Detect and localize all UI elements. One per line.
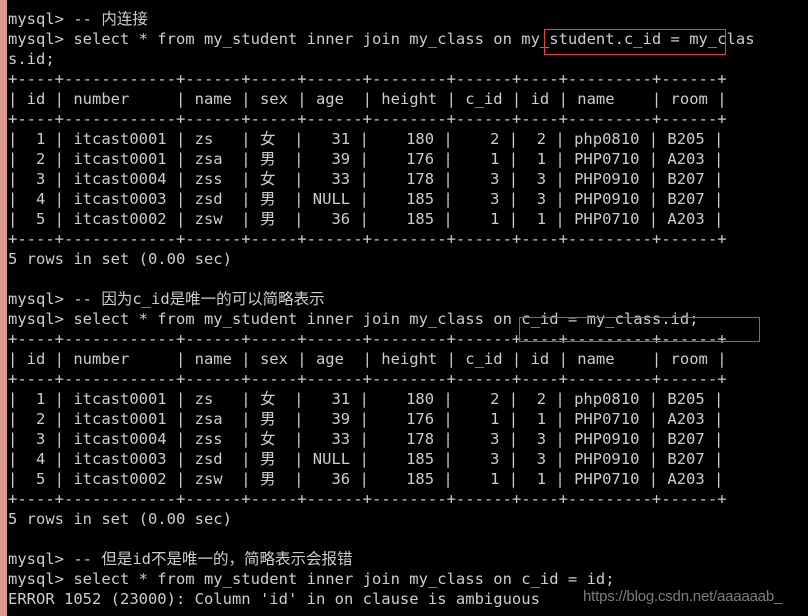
table-row: | 5 | itcast0002 | zsw | 男 | 36 | 185 | …: [8, 470, 724, 488]
table-border-line: +----+------------+------+-----+------+-…: [8, 230, 727, 248]
table-border-line: +----+------------+------+-----+------+-…: [8, 330, 727, 348]
table-row: | 1 | itcast0001 | zs | 女 | 31 | 180 | 2…: [8, 390, 724, 408]
terminal-line: mysql> -- 因为c_id是唯一的可以简略表示: [8, 290, 325, 308]
table-row: | 1 | itcast0001 | zs | 女 | 31 | 180 | 2…: [8, 130, 724, 148]
table-header-row: | id | number | name | sex | age | heigh…: [8, 90, 727, 108]
table-border-line: +----+------------+------+-----+------+-…: [8, 370, 727, 388]
terminal-line: mysql> select * from my_student inner jo…: [8, 570, 615, 588]
terminal-line: mysql> -- 但是id不是唯一的，简略表示会报错: [8, 550, 353, 568]
terminal-line: mysql> -- 内连接: [8, 10, 148, 28]
table-border-line: +----+------------+------+-----+------+-…: [8, 490, 727, 508]
table-row: | 3 | itcast0004 | zss | 女 | 33 | 178 | …: [8, 430, 724, 448]
table-header-row: | id | number | name | sex | age | heigh…: [8, 350, 727, 368]
table-border-line: +----+------------+------+-----+------+-…: [8, 110, 727, 128]
table-row: | 4 | itcast0003 | zsd | 男 | NULL | 185 …: [8, 190, 724, 208]
watermark-url: https://blog.csdn.net/aaaaaab_: [583, 588, 783, 605]
table-row: | 3 | itcast0004 | zss | 女 | 33 | 178 | …: [8, 170, 724, 188]
table-row: | 5 | itcast0002 | zsw | 男 | 36 | 185 | …: [8, 210, 724, 228]
terminal-line: mysql> select * from my_student inner jo…: [8, 310, 699, 328]
terminal-line: s.id;: [8, 50, 55, 68]
terminal-left-gutter-bar: [0, 0, 7, 616]
result-status-line: 5 rows in set (0.00 sec): [8, 250, 232, 268]
terminal-line: mysql> select * from my_student inner jo…: [8, 30, 755, 48]
result-status-line: 5 rows in set (0.00 sec): [8, 510, 232, 528]
table-row: | 2 | itcast0001 | zsa | 男 | 39 | 176 | …: [8, 410, 724, 428]
table-border-line: +----+------------+------+-----+------+-…: [8, 70, 727, 88]
table-row: | 4 | itcast0003 | zsd | 男 | NULL | 185 …: [8, 450, 724, 468]
terminal-console-output[interactable]: mysql> -- 内连接 mysql> select * from my_st…: [8, 0, 808, 616]
table-row: | 2 | itcast0001 | zsa | 男 | 39 | 176 | …: [8, 150, 724, 168]
terminal-window[interactable]: mysql> -- 内连接 mysql> select * from my_st…: [0, 0, 808, 616]
